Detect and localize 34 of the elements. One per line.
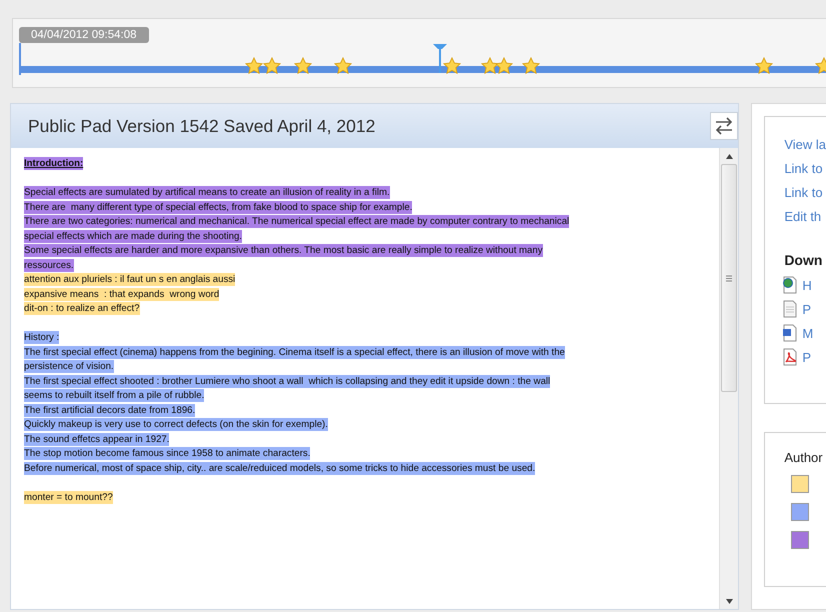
- download-link[interactable]: P: [802, 350, 811, 364]
- star-icon[interactable]: [294, 57, 312, 75]
- authors-heading: Author: [784, 450, 824, 465]
- grip-icon: [726, 274, 732, 282]
- star-icon[interactable]: [755, 57, 773, 75]
- download-link[interactable]: M: [802, 326, 814, 340]
- sidebar-link[interactable]: View la: [784, 137, 826, 152]
- scroll-down-icon[interactable]: [726, 598, 733, 604]
- sidebar-link[interactable]: Link to: [784, 161, 826, 176]
- timeline-track[interactable]: [19, 43, 826, 75]
- pdf-file-icon: [782, 348, 798, 366]
- star-icon[interactable]: [522, 57, 540, 75]
- word-file-icon: [782, 324, 798, 342]
- star-icon[interactable]: [480, 57, 498, 75]
- document-icon: [782, 300, 798, 318]
- pad-title: Public Pad Version 1542 Saved April 4, 2012: [28, 116, 376, 136]
- swap-icon[interactable]: [710, 112, 738, 140]
- timeline-handle[interactable]: [432, 43, 448, 73]
- star-icon[interactable]: [334, 57, 352, 75]
- downloads-heading: Down: [784, 252, 824, 268]
- section-heading: Introduction:: [24, 157, 84, 170]
- star-icon[interactable]: [495, 57, 513, 75]
- download-link[interactable]: H: [802, 278, 812, 292]
- star-icon[interactable]: [442, 57, 461, 75]
- sidebar-link[interactable]: Edit th: [784, 209, 826, 224]
- scrollbar[interactable]: [719, 148, 738, 609]
- download-link[interactable]: P: [802, 302, 811, 316]
- timestamp-label: 04/04/2012 09:54:08: [19, 27, 149, 43]
- globe-file-icon: [782, 276, 798, 294]
- star-icon[interactable]: [245, 57, 264, 75]
- sidebar-link[interactable]: Link to: [784, 185, 826, 200]
- scroll-up-icon[interactable]: [726, 154, 733, 158]
- star-icon[interactable]: [263, 57, 282, 75]
- scroll-thumb[interactable]: [721, 164, 738, 392]
